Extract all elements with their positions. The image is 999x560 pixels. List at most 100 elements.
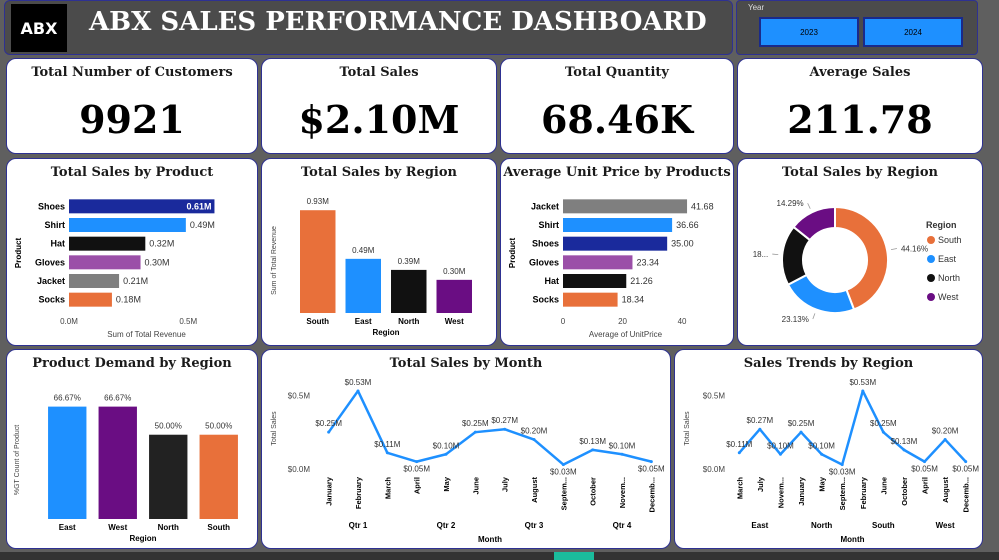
y-axis-label: Sum of Total Revenue [271, 226, 278, 295]
leader-line [812, 313, 816, 320]
kpi-value: 68.46K [540, 97, 694, 142]
x-tick-label: April [413, 477, 422, 494]
y-axis-label: Total Sales [684, 411, 691, 446]
data-point [327, 430, 331, 434]
chart-sales-by-month: Total Sales by Month $0.0M $0.5M Total Sal… [261, 349, 671, 549]
kpi-value: $2.10M [298, 97, 460, 142]
x-tick-label: March [383, 477, 392, 500]
y-tick-label: $0.5M [703, 391, 726, 400]
bar [391, 269, 427, 313]
group-label: Qtr 3 [525, 521, 544, 530]
x-tick-label: East [355, 317, 372, 326]
y-tick-label: Shoes [532, 239, 559, 249]
x-axis-label: Average of UnitPrice [589, 330, 663, 339]
x-tick-label: June [879, 477, 888, 495]
chart-product-demand: Product Demand by Region 66.67% East 66.67… [6, 349, 258, 549]
year-2024-button[interactable]: 2024 [863, 17, 963, 47]
data-label: 35.00 [671, 239, 694, 249]
legend-swatch [927, 236, 935, 244]
data-label: $0.10M [609, 441, 636, 450]
data-label: $0.13M [891, 437, 918, 446]
x-tick-label: January [325, 476, 334, 506]
data-point [591, 448, 595, 452]
page-footer-bar [0, 552, 999, 560]
y-axis-label: Product [508, 238, 517, 269]
kpi-value: 9921 [79, 97, 185, 142]
x-tick-label: North [158, 523, 179, 532]
data-point [561, 463, 565, 467]
data-label: 66.67% [104, 394, 131, 403]
data-label: $0.03M [829, 468, 856, 477]
x-tick-label: April [921, 477, 930, 494]
data-label: $0.20M [521, 427, 548, 436]
slice-label: 14.29% [777, 199, 804, 208]
bar [199, 434, 238, 519]
legend-label: East [938, 254, 957, 264]
data-point [964, 460, 968, 464]
x-tick-label: August [530, 477, 539, 503]
x-tick-label: 0.0M [60, 317, 78, 326]
x-tick-label: West [108, 523, 127, 532]
kpi-card-customers: Total Number of Customers 9921 [6, 58, 258, 154]
data-point [532, 438, 536, 442]
data-label: 0.49M [190, 220, 215, 230]
y-axis-label: %GT Count of Product [14, 425, 21, 495]
x-tick-label: October [589, 477, 598, 506]
y-tick-label: Hat [50, 239, 65, 249]
data-label: $0.25M [788, 419, 815, 428]
legend-swatch [927, 274, 935, 282]
data-point [799, 430, 803, 434]
chart-sales-trends: Sales Trends by Region $0.0M $0.5M Total S… [674, 349, 983, 549]
bar [563, 199, 688, 214]
legend-label: South [938, 235, 962, 245]
group-label: Qtr 2 [437, 521, 456, 530]
data-point [385, 451, 389, 455]
data-label: $0.10M [433, 441, 460, 450]
x-axis-label: Region [129, 534, 156, 543]
slice-label: 23.13% [782, 315, 809, 324]
page-tab[interactable] [554, 552, 594, 560]
x-tick-label: Decemb... [647, 477, 656, 512]
dashboard-title: ABX SALES PERFORMANCE DASHBOARD [89, 7, 707, 37]
data-point [758, 427, 762, 431]
data-point [737, 451, 741, 455]
y-tick-label: Shoes [38, 201, 65, 211]
data-point [415, 460, 419, 464]
data-label: $0.05M [952, 465, 979, 474]
data-label: 0.21M [123, 276, 148, 286]
bar [563, 255, 633, 270]
data-label: $0.27M [747, 416, 774, 425]
x-tick-label: 40 [678, 317, 687, 326]
data-label: 0.30M [443, 267, 466, 276]
legend-swatch [927, 293, 935, 301]
legend-label: North [938, 273, 960, 283]
x-tick-label: August [941, 477, 950, 503]
x-tick-label: 0.5M [179, 317, 197, 326]
data-label: $0.11M [374, 440, 400, 449]
x-tick-label: July [756, 476, 765, 492]
data-label: 36.66 [676, 220, 699, 230]
data-label: $0.25M [315, 419, 342, 428]
data-label: 50.00% [155, 422, 182, 431]
data-label: 0.30M [145, 257, 170, 267]
leader-line [890, 248, 898, 250]
sales-trends-svg: $0.0M $0.5M Total Sales $0.11M March $0.27M Ju… [684, 378, 979, 544]
abx-logo: ABX [11, 4, 67, 52]
chart-sales-by-product: Total Sales by Product Shoes 0.61M Shirt 0.… [6, 158, 258, 346]
y-tick-label: Shirt [44, 220, 65, 230]
y-tick-label: Gloves [35, 257, 65, 267]
data-label: 66.67% [54, 394, 81, 403]
year-2023-button[interactable]: 2023 [759, 17, 859, 47]
x-tick-label: May [442, 476, 451, 491]
sales-by-month-svg: $0.0M $0.5M Total Sales $0.25M January $0.53M… [271, 378, 665, 544]
bar [69, 255, 141, 270]
slicer-label: Year [748, 3, 765, 12]
x-tick-label: West [445, 317, 464, 326]
legend-swatch [927, 255, 935, 263]
x-tick-label: Septem... [559, 477, 568, 510]
header-banner: ABX ABX SALES PERFORMANCE DASHBOARD [4, 0, 733, 55]
region-donut-svg: 44.16% 23.13% 18... 14.29% Region South East No… [753, 199, 962, 324]
data-label: $0.10M [808, 441, 835, 450]
bar [563, 236, 668, 251]
y-tick-label: $0.5M [288, 391, 311, 400]
